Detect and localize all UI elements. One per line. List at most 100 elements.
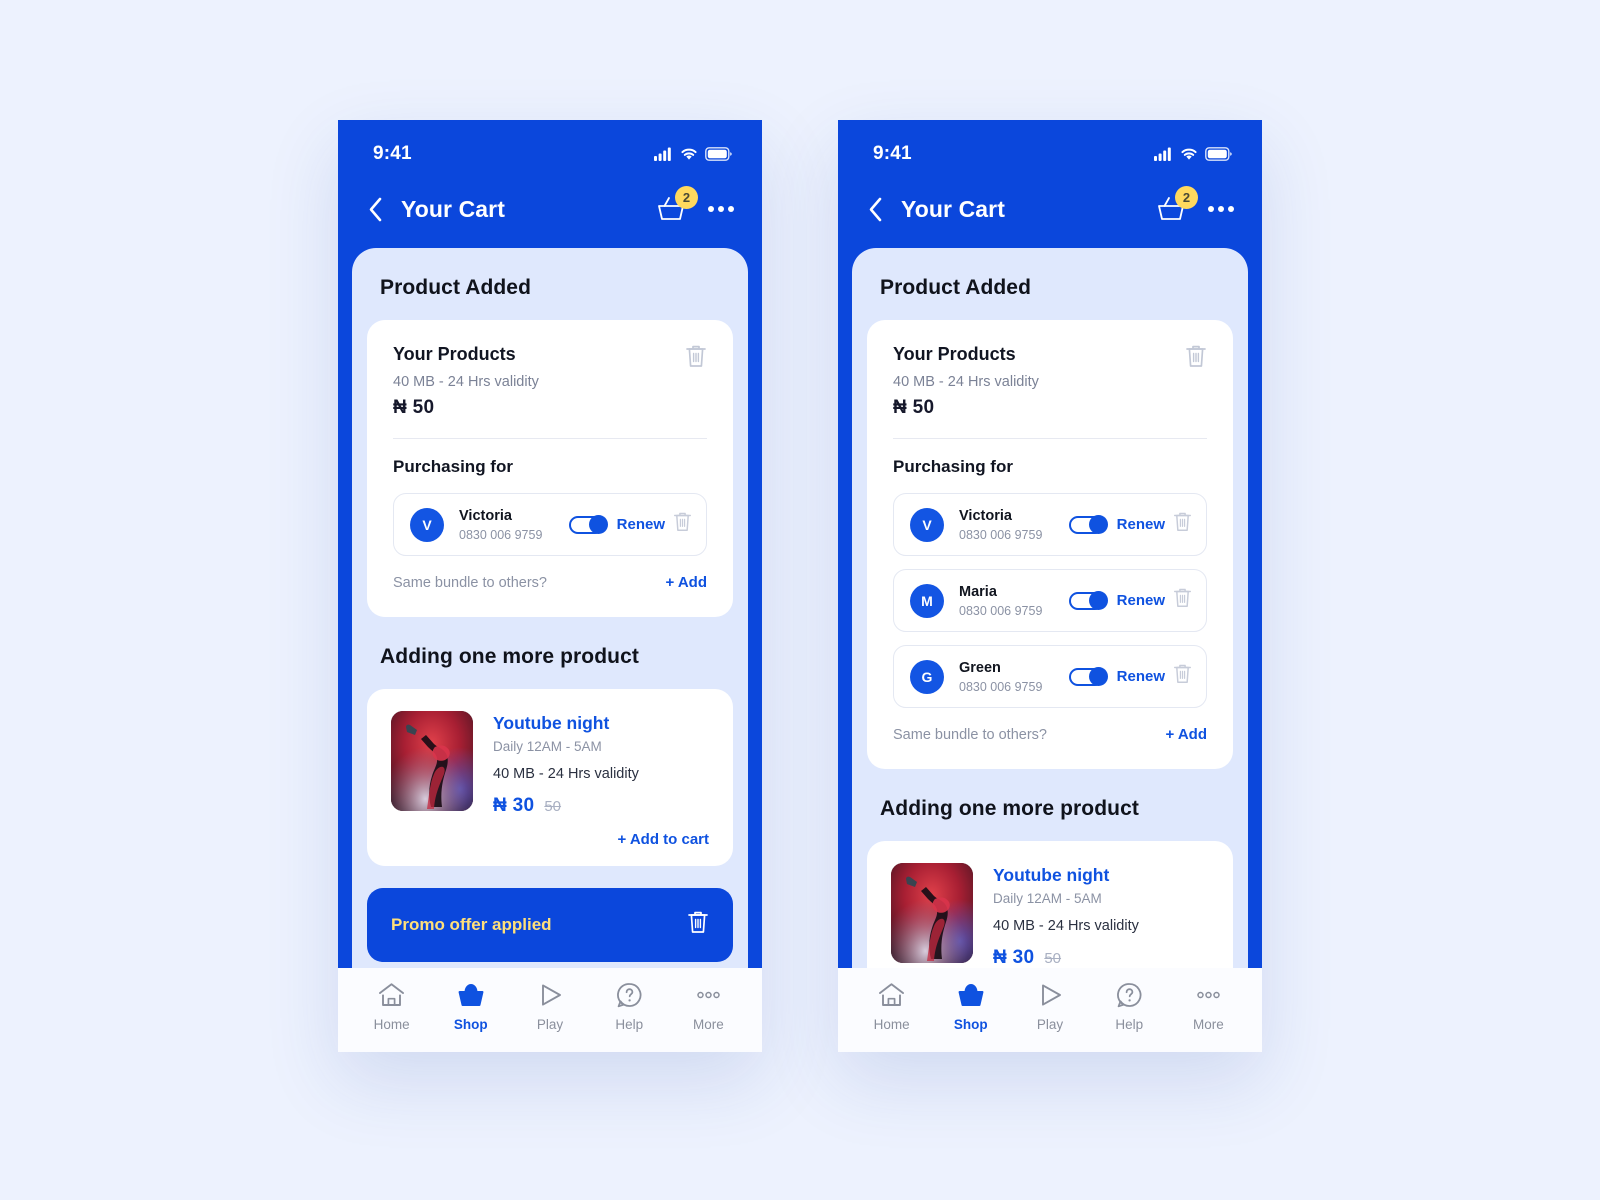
nav-item-label: Play (536, 1017, 564, 1032)
nav-item-help[interactable]: Help (1090, 982, 1169, 1032)
phone-screen-multiple-recipients: 9:41 Your Cart 2 Product Added Your Prod… (838, 120, 1262, 1052)
recipient-row[interactable]: V Victoria 0830 006 9759 Renew (893, 493, 1207, 557)
page-title: Your Cart (901, 195, 1005, 222)
nav-item-help[interactable]: Help (590, 982, 669, 1032)
card-divider (393, 438, 707, 439)
promo-banner-text: Promo offer applied (391, 915, 552, 935)
remove-promo-button[interactable] (687, 910, 709, 940)
add-to-cart-button[interactable]: + Add to cart (617, 831, 709, 848)
basket-icon (958, 984, 984, 1006)
nav-item-home[interactable]: Home (852, 982, 931, 1032)
trash-icon (1173, 512, 1192, 532)
remove-recipient-button[interactable] (665, 511, 692, 538)
app-bar-actions: 2 (1156, 186, 1234, 223)
recipient-meta: Green 0830 006 9759 (959, 659, 1069, 694)
your-products-card: Your Products 40 MB - 24 Hrs validity ₦ … (367, 320, 733, 618)
battery-icon (705, 147, 732, 161)
recipient-meta: Maria 0830 006 9759 (959, 583, 1069, 618)
recipient-row[interactable]: M Maria 0830 006 9759 Renew (893, 569, 1207, 633)
nav-item-label: Help (1115, 1017, 1144, 1032)
upsell-name[interactable]: Youtube night (493, 713, 639, 734)
nav-item-home[interactable]: Home (352, 982, 431, 1032)
nav-item-shop[interactable]: Shop (431, 982, 510, 1032)
promo-banner: Promo offer applied (367, 888, 733, 963)
cellular-signal-icon (654, 147, 671, 161)
nav-item-label: Shop (953, 1017, 988, 1032)
phone-screen-single-recipient: 9:41 Your Cart 2 Product Added Your Prod… (338, 120, 762, 1052)
upsell-price-old: 50 (544, 798, 562, 816)
recipient-phone: 0830 006 9759 (959, 528, 1043, 543)
add-recipient-button[interactable]: + Add (665, 574, 707, 591)
wifi-icon (681, 148, 697, 160)
nav-item-more[interactable]: More (669, 982, 748, 1032)
recipient-row[interactable]: V Victoria 0830 006 9759 Renew (393, 493, 707, 557)
renew-label: Renew (1116, 516, 1165, 534)
basket-icon (458, 984, 484, 1006)
recipient-list-2: V Victoria 0830 006 9759 Renew M Maria 0830 00… (893, 493, 1207, 709)
recipient-name: Maria (959, 584, 997, 601)
cart-button[interactable]: 2 (1156, 186, 1198, 223)
battery-icon (1205, 147, 1232, 161)
product-title: Your Products (893, 344, 1016, 364)
overflow-menu-button[interactable] (708, 206, 734, 212)
product-header: Your Products 40 MB - 24 Hrs validity ₦ … (893, 344, 1207, 419)
remove-recipient-button[interactable] (1165, 663, 1192, 690)
renew-toggle[interactable] (568, 515, 608, 535)
home-icon (879, 983, 905, 1006)
add-to-cart-row: + Add to cart (391, 831, 709, 848)
upsell-heading: Adding one more product (380, 645, 639, 669)
your-products-card: Your Products 40 MB - 24 Hrs validity ₦ … (867, 320, 1233, 770)
back-button[interactable] (868, 197, 883, 222)
sheet-title: Product Added (380, 276, 532, 299)
status-time: 9:41 (873, 143, 912, 164)
upsell-info: Youtube night Daily 12AM - 5AM 40 MB - 2… (493, 711, 639, 817)
upsell-spec: 40 MB - 24 Hrs validity (993, 918, 1139, 935)
delete-product-button[interactable] (1185, 344, 1207, 374)
product-header: Your Products 40 MB - 24 Hrs validity ₦ … (393, 344, 707, 419)
play-icon (1041, 984, 1061, 1006)
more-icon (697, 991, 720, 999)
renew-toggle[interactable] (1068, 591, 1108, 611)
bottom-navigation-2: Home Shop Play Help More (838, 968, 1262, 1052)
upsell-price-old: 50 (1044, 950, 1062, 968)
upsell-price-new: ₦ 30 (993, 947, 1035, 969)
play-icon (541, 984, 561, 1006)
status-time: 9:41 (373, 143, 412, 164)
recipient-row[interactable]: G Green 0830 006 9759 Renew (893, 645, 1207, 709)
nav-item-more[interactable]: More (1169, 982, 1248, 1032)
help-icon (1116, 983, 1142, 1008)
cart-badge: 2 (675, 186, 698, 209)
avatar: V (410, 507, 444, 542)
renew-toggle[interactable] (1068, 515, 1108, 535)
purchasing-for-label: Purchasing for (893, 457, 1013, 476)
status-indicators (1154, 147, 1232, 161)
help-icon (616, 983, 642, 1008)
back-button[interactable] (368, 197, 383, 222)
renew-toggle[interactable] (1068, 667, 1108, 687)
cart-button[interactable]: 2 (656, 186, 698, 223)
remove-recipient-button[interactable] (1165, 587, 1192, 614)
recipient-phone: 0830 006 9759 (959, 604, 1043, 619)
status-indicators (654, 147, 732, 161)
add-recipient-button[interactable]: + Add (1165, 726, 1207, 743)
nav-item-play[interactable]: Play (1010, 982, 1089, 1032)
status-bar: 9:41 (338, 120, 762, 178)
remove-recipient-button[interactable] (1165, 511, 1192, 538)
delete-product-button[interactable] (685, 344, 707, 374)
nav-item-shop[interactable]: Shop (931, 982, 1010, 1032)
renew-label: Renew (1116, 592, 1165, 610)
upsell-prices: ₦ 30 50 (993, 947, 1139, 969)
upsell-body: Youtube night Daily 12AM - 5AM 40 MB - 2… (391, 711, 709, 817)
app-bar-actions: 2 (656, 186, 734, 223)
overflow-menu-button[interactable] (1208, 206, 1234, 212)
nav-item-play[interactable]: Play (510, 982, 589, 1032)
upsell-spec: 40 MB - 24 Hrs validity (493, 766, 639, 783)
nav-item-label: Home (873, 1017, 910, 1032)
nav-item-label: Home (373, 1017, 410, 1032)
recipient-phone: 0830 006 9759 (459, 528, 543, 543)
product-price: ₦ 50 (893, 397, 935, 418)
nav-item-label: More (693, 1017, 724, 1032)
dancer-photo (891, 863, 973, 964)
upsell-name[interactable]: Youtube night (993, 865, 1139, 886)
trash-icon (1186, 345, 1206, 367)
